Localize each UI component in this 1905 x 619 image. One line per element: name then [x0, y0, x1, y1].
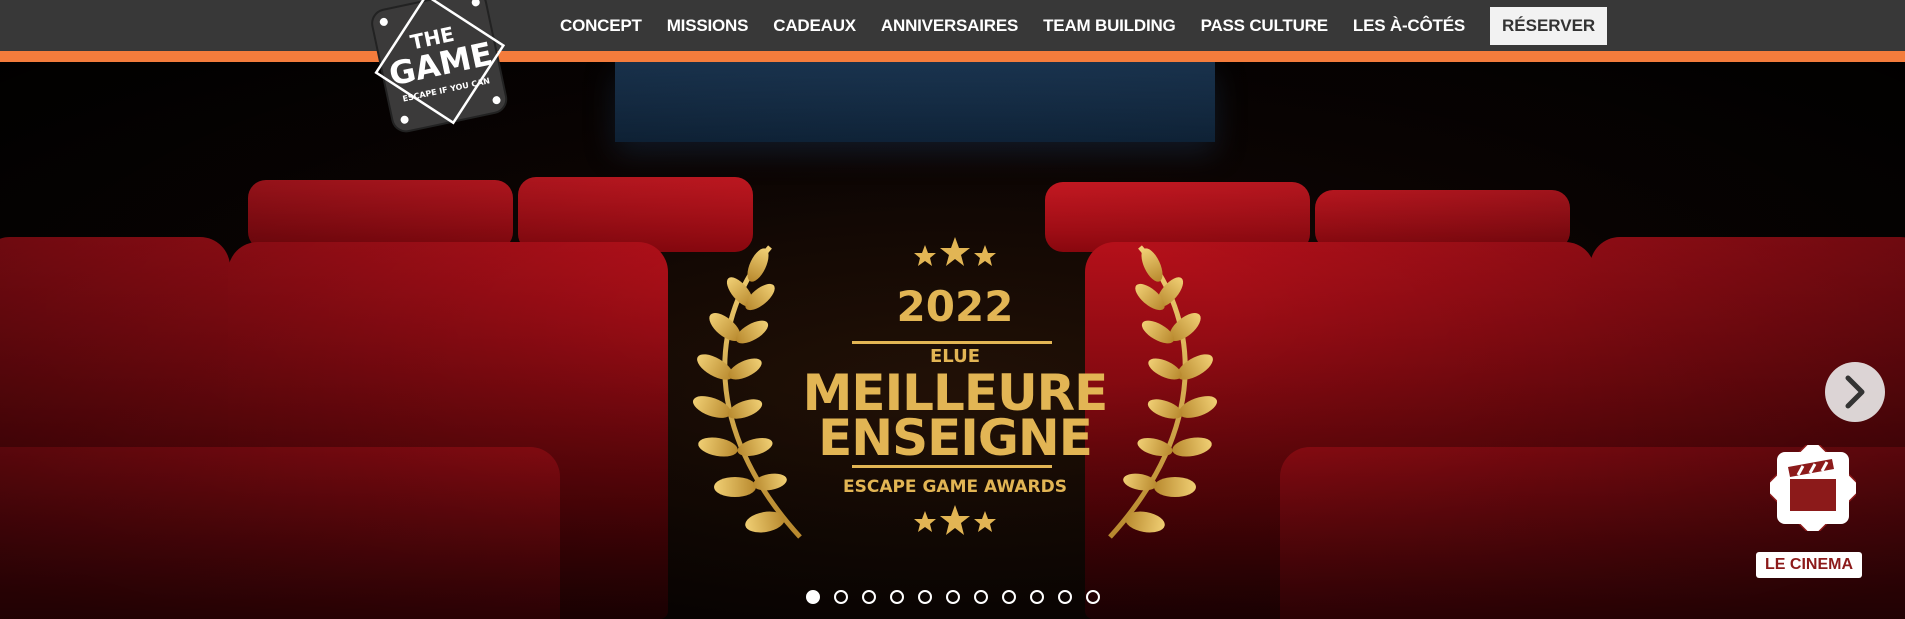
carousel-dot[interactable]: [1058, 590, 1072, 604]
reserve-button[interactable]: RÉSERVER: [1489, 6, 1608, 45]
award-badge: 2022 ELUE MEILLEURE ENSEIGNE ESCAPE GAME…: [670, 237, 1240, 547]
carousel-dot[interactable]: [806, 590, 820, 604]
carousel-dot[interactable]: [890, 590, 904, 604]
carousel-dot[interactable]: [946, 590, 960, 604]
hero-slide: 2022 ELUE MEILLEURE ENSEIGNE ESCAPE GAME…: [0, 62, 1905, 619]
carousel-dot[interactable]: [834, 590, 848, 604]
carousel-dot[interactable]: [918, 590, 932, 604]
carousel-next-button[interactable]: [1825, 362, 1885, 422]
stars-bottom-icon: [914, 505, 996, 535]
chevron-right-icon: [1845, 375, 1865, 409]
carousel-dot[interactable]: [1030, 590, 1044, 604]
top-navigation-bar: CONCEPT MISSIONS CADEAUX ANNIVERSAIRES T…: [0, 0, 1905, 51]
nav-item-team-building[interactable]: TEAM BUILDING: [1043, 16, 1176, 36]
award-rule-top: [852, 341, 1052, 344]
nav-item-concept[interactable]: CONCEPT: [560, 16, 642, 36]
logo[interactable]: THE GAME ESCAPE IF YOU CAN: [362, 0, 512, 150]
award-title-line2: ENSEIGNE: [818, 409, 1093, 467]
stars-top-icon: [914, 237, 996, 266]
nav-item-anniversaires[interactable]: ANNIVERSAIRES: [881, 16, 1018, 36]
carousel-dot[interactable]: [862, 590, 876, 604]
accent-divider: [0, 51, 1905, 62]
main-nav: CONCEPT MISSIONS CADEAUX ANNIVERSAIRES T…: [560, 0, 1608, 51]
carousel-dot[interactable]: [1086, 590, 1100, 604]
award-year: 2022: [896, 282, 1014, 331]
nav-item-cadeaux[interactable]: CADEAUX: [773, 16, 856, 36]
clapperboard-icon[interactable]: [1770, 445, 1856, 531]
nav-item-les-a-cotes[interactable]: LES À-CÔTÉS: [1353, 16, 1465, 36]
carousel-dot[interactable]: [974, 590, 988, 604]
nav-item-missions[interactable]: MISSIONS: [667, 16, 749, 36]
carousel-dot[interactable]: [1002, 590, 1016, 604]
carousel-dots: [806, 590, 1114, 604]
award-subtitle: ESCAPE GAME AWARDS: [842, 477, 1068, 497]
mission-label-badge[interactable]: LE CINEMA: [1756, 552, 1862, 578]
nav-item-pass-culture[interactable]: PASS CULTURE: [1201, 16, 1329, 36]
award-rule-bottom: [852, 465, 1052, 468]
